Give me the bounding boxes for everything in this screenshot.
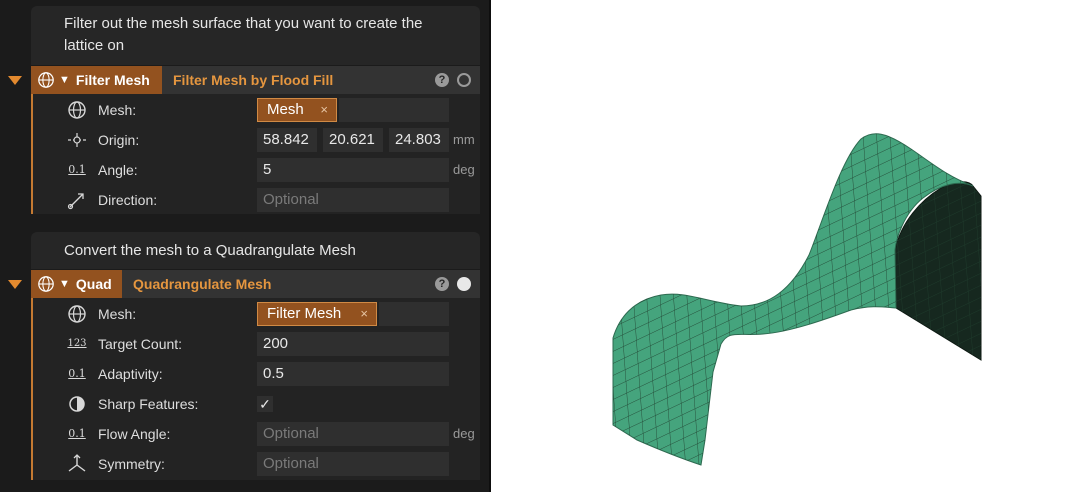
collapse-arrow-icon[interactable] [8, 280, 22, 289]
node-status-radio[interactable] [457, 73, 471, 87]
node-description-text: Convert the mesh to a Quadrangulate Mesh [64, 242, 356, 259]
mesh-input-chip[interactable]: Mesh × [257, 98, 337, 122]
field-label: Mesh: [98, 102, 137, 118]
field-row-origin: Origin: 58.842 20.621 24.803 mm [33, 125, 480, 155]
chip-label: Mesh [267, 101, 304, 118]
field-row-direction: Direction: Optional [33, 185, 480, 215]
unit-label: mm [453, 132, 475, 147]
sharp-features-checkbox[interactable]: ✓ [257, 396, 273, 412]
adaptivity-input[interactable]: 0.5 [257, 362, 449, 386]
field-label: Target Count: [98, 336, 183, 352]
close-icon[interactable]: × [320, 99, 328, 121]
field-row-flow-angle: 0.1 Flow Angle: Optional deg [33, 419, 480, 449]
mesh-3d-viewport[interactable] [491, 0, 1074, 492]
close-icon[interactable]: × [360, 303, 368, 325]
origin-y-input[interactable]: 20.621 [323, 128, 383, 152]
node-editor-panel: Filter out the mesh surface that you wan… [0, 0, 491, 492]
field-row-symmetry: Symmetry: Optional [33, 449, 480, 479]
field-label: Adaptivity: [98, 366, 163, 382]
field-row-sharp-features: Sharp Features: ✓ [33, 389, 480, 419]
field-label: Mesh: [98, 306, 137, 322]
field-label: Origin: [98, 132, 140, 148]
origin-x-input[interactable]: 58.842 [257, 128, 317, 152]
symmetry-input[interactable]: Optional [257, 452, 449, 476]
field-label: Sharp Features: [98, 396, 199, 412]
node-description-text: Filter out the mesh surface that you wan… [64, 15, 423, 54]
unit-label: deg [453, 162, 475, 177]
field-label: Direction: [98, 192, 158, 208]
field-row-angle: 0.1 Angle: 5 deg [33, 155, 480, 185]
node-tag-label: Filter Mesh [75, 72, 150, 88]
field-label: Flow Angle: [98, 426, 171, 442]
direction-arrow-icon [67, 193, 84, 210]
node-status-radio[interactable] [457, 277, 471, 291]
crosshair-icon [68, 133, 86, 147]
chip-label: Filter Mesh [267, 305, 342, 322]
node-header-filter-mesh: ▼ Filter Mesh Filter Mesh by Flood Fill … [31, 66, 480, 94]
node-type-tag[interactable]: ▼ Filter Mesh [31, 66, 162, 94]
globe-icon [38, 276, 54, 292]
node-title: Filter Mesh by Flood Fill [173, 72, 334, 88]
number-icon: 0.1 [68, 427, 86, 440]
help-icon[interactable]: ? [435, 73, 449, 87]
target-count-input[interactable]: 200 [257, 332, 449, 356]
half-circle-icon [69, 396, 85, 412]
collapse-arrow-icon[interactable] [8, 76, 22, 85]
field-row-adaptivity: 0.1 Adaptivity: 0.5 [33, 359, 480, 389]
field-label: Angle: [98, 162, 138, 178]
field-label: Symmetry: [98, 456, 165, 472]
mesh-input-field[interactable] [379, 302, 449, 326]
field-row-mesh: Mesh: Filter Mesh × [33, 299, 480, 329]
direction-input[interactable]: Optional [257, 188, 449, 212]
flow-angle-input[interactable]: Optional [257, 422, 449, 446]
node-description: Filter out the mesh surface that you wan… [31, 6, 480, 65]
chevron-down-icon[interactable]: ▼ [59, 74, 70, 86]
number-icon: 0.1 [68, 163, 86, 176]
field-row-target-count: 123 Target Count: 200 [33, 329, 480, 359]
angle-input[interactable]: 5 [257, 158, 449, 182]
node-tag-label: Quad [75, 276, 112, 292]
mesh-input-chip[interactable]: Filter Mesh × [257, 302, 377, 326]
node-body: Mesh: Mesh × Origin: 58.842 20.621 24.80… [31, 94, 480, 214]
origin-z-input[interactable]: 24.803 [389, 128, 449, 152]
integer-icon: 123 [67, 338, 87, 349]
help-icon[interactable]: ? [435, 277, 449, 291]
globe-icon [68, 305, 86, 323]
field-row-mesh: Mesh: Mesh × [33, 95, 480, 125]
globe-icon [38, 72, 54, 88]
node-header-quad: ▼ Quad Quadrangulate Mesh ? [31, 270, 480, 298]
node-title: Quadrangulate Mesh [133, 276, 272, 292]
axes-icon [68, 454, 86, 472]
unit-label: deg [453, 426, 475, 441]
number-icon: 0.1 [68, 367, 86, 380]
globe-icon [68, 101, 86, 119]
chevron-down-icon[interactable]: ▼ [59, 278, 70, 290]
mesh-input-field[interactable] [339, 98, 449, 122]
node-description: Convert the mesh to a Quadrangulate Mesh [31, 232, 480, 269]
node-body: Mesh: Filter Mesh × 123 Target Count: 20… [31, 298, 480, 480]
node-type-tag[interactable]: ▼ Quad [31, 270, 122, 298]
